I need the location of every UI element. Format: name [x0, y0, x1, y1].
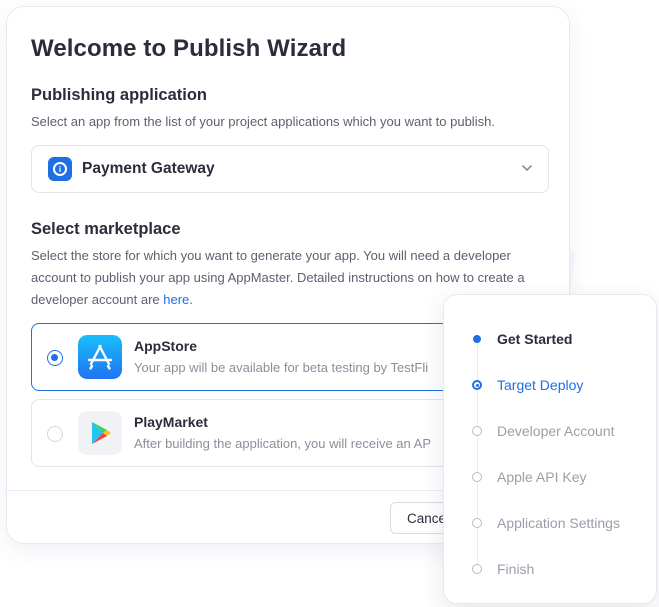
chevron-down-icon — [522, 165, 532, 171]
step-application-settings[interactable]: Application Settings — [472, 515, 620, 531]
playmarket-subtitle: After building the application, you will… — [134, 436, 432, 451]
wizard-title: Welcome to Publish Wizard — [31, 35, 347, 62]
stepper-line — [477, 339, 478, 569]
application-select[interactable]: i Payment Gateway — [31, 145, 549, 193]
marketplace-section-title: Select marketplace — [31, 220, 181, 238]
step-label: Target Deploy — [497, 377, 584, 393]
step-label: Application Settings — [497, 515, 620, 531]
publishing-description: Select an app from the list of your proj… — [31, 114, 495, 129]
instructions-link[interactable]: here — [163, 292, 189, 307]
step-pending-icon — [472, 472, 482, 482]
step-label: Finish — [497, 561, 535, 577]
step-target-deploy[interactable]: Target Deploy — [472, 377, 583, 393]
step-active-icon — [472, 380, 482, 390]
step-pending-icon — [472, 564, 482, 574]
step-done-icon — [473, 335, 481, 343]
appstore-radio[interactable] — [47, 350, 63, 366]
step-pending-icon — [472, 518, 482, 528]
step-label: Developer Account — [497, 423, 615, 439]
step-pending-icon — [472, 426, 482, 436]
step-label: Apple API Key — [497, 469, 587, 485]
playmarket-icon — [78, 411, 122, 455]
step-developer-account[interactable]: Developer Account — [472, 423, 615, 439]
appstore-name: AppStore — [134, 338, 197, 354]
wizard-stepper: Get Started Target Deploy Developer Acco… — [443, 294, 657, 604]
appstore-subtitle: Your app will be available for beta test… — [134, 360, 429, 375]
selected-application: Payment Gateway — [82, 160, 215, 177]
publishing-section-title: Publishing application — [31, 86, 208, 104]
step-apple-api-key[interactable]: Apple API Key — [472, 469, 587, 485]
playmarket-name: PlayMarket — [134, 414, 208, 430]
payment-gateway-icon: i — [48, 157, 72, 181]
step-finish[interactable]: Finish — [472, 561, 534, 577]
step-label: Get Started — [497, 331, 573, 347]
appstore-icon — [78, 335, 122, 379]
step-get-started[interactable]: Get Started — [472, 331, 572, 347]
playmarket-radio[interactable] — [47, 426, 63, 442]
